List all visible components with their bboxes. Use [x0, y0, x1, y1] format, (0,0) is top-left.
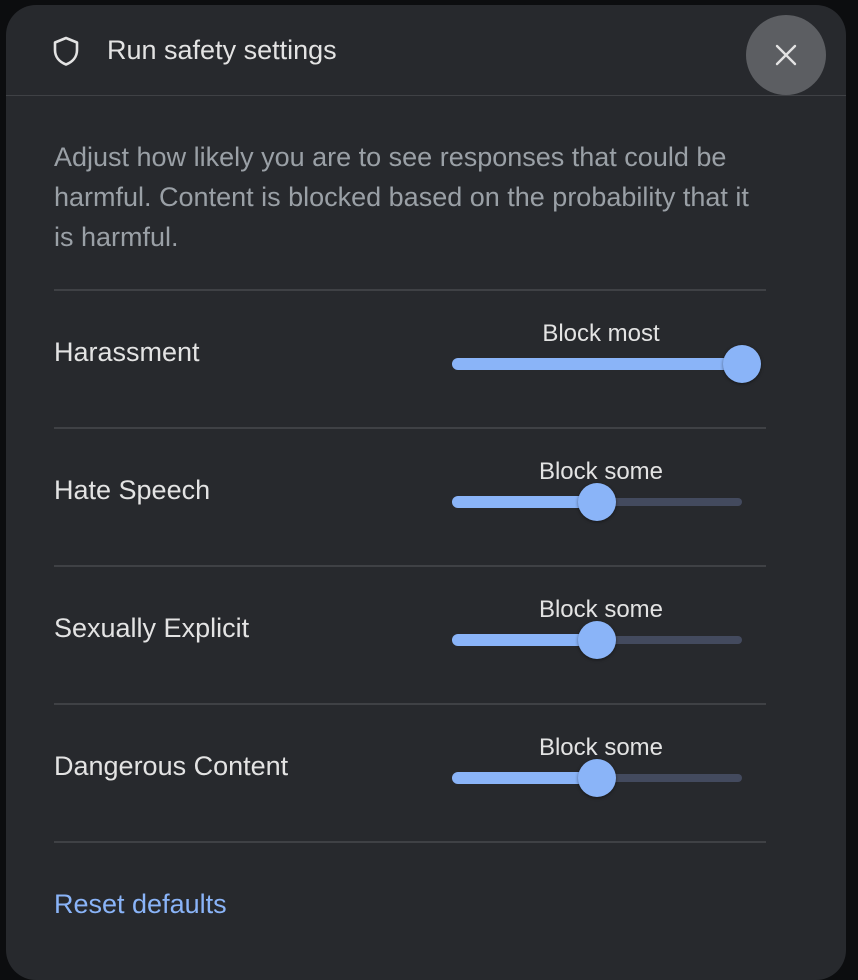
safety-row-hate-speech: Hate Speech Block some	[6, 429, 846, 565]
safety-row-dangerous-content: Dangerous Content Block some	[6, 705, 846, 841]
divider	[54, 841, 766, 843]
category-label: Sexually Explicit	[54, 613, 250, 643]
close-button[interactable]	[746, 15, 826, 95]
slider-thumb[interactable]	[578, 759, 616, 797]
safety-row-harassment: Harassment Block most	[6, 291, 846, 427]
dangerous-content-slider[interactable]	[452, 759, 742, 797]
slider-thumb[interactable]	[723, 345, 761, 383]
sexually-explicit-slider[interactable]	[452, 621, 742, 659]
category-label: Dangerous Content	[54, 751, 289, 781]
harassment-slider[interactable]	[452, 345, 761, 383]
dialog-description: Adjust how likely you are to see respons…	[54, 142, 749, 252]
dialog-title: Run safety settings	[107, 35, 337, 65]
level-label: Block most	[542, 320, 660, 347]
slider-fill	[452, 634, 597, 646]
safety-settings-dialog: Run safety settings Adjust how likely yo…	[6, 5, 846, 980]
safety-row-sexually-explicit: Sexually Explicit Block some	[6, 567, 846, 703]
slider-thumb[interactable]	[578, 621, 616, 659]
slider-fill	[452, 358, 742, 370]
category-label: Hate Speech	[54, 475, 211, 505]
close-icon	[775, 44, 797, 66]
dialog-header: Run safety settings	[6, 5, 846, 96]
hate-speech-slider[interactable]	[452, 483, 742, 521]
slider-fill	[452, 496, 597, 508]
slider-fill	[452, 772, 597, 784]
category-label: Harassment	[54, 337, 200, 367]
slider-thumb[interactable]	[578, 483, 616, 521]
shield-icon	[52, 36, 80, 66]
reset-defaults-link[interactable]: Reset defaults	[54, 886, 227, 922]
